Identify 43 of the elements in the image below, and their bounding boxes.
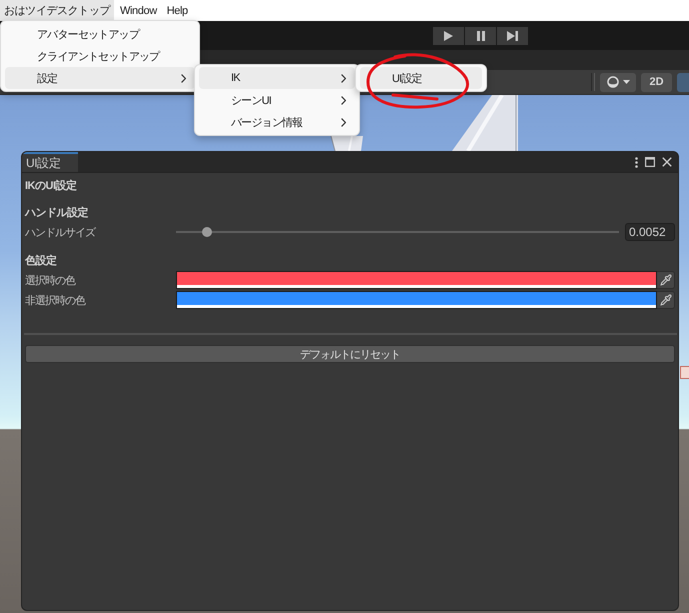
field-label: ハンドルサイズ	[25, 226, 95, 240]
eyedropper-button[interactable]	[657, 271, 675, 289]
step-forward-icon	[507, 30, 518, 40]
pause-button[interactable]	[465, 26, 496, 44]
color-field[interactable]	[176, 291, 657, 309]
pause-icon	[476, 30, 484, 40]
color-field[interactable]	[176, 271, 657, 289]
section-heading: 色設定	[25, 254, 58, 268]
more-icon[interactable]	[635, 156, 638, 168]
slider-thumb[interactable]	[202, 227, 212, 237]
shading-button[interactable]	[600, 72, 636, 92]
menu-item[interactable]: IK	[199, 67, 355, 89]
step-button[interactable]	[497, 26, 528, 44]
eyedropper-button[interactable]	[657, 291, 675, 309]
field-label: 非選択時の色	[25, 294, 85, 308]
menu-item[interactable]: UI設定	[360, 67, 482, 89]
menu-bar-item[interactable]: おはツイデスクトップ	[0, 0, 114, 21]
panel-title: IKのUI設定	[25, 178, 78, 193]
reset-button[interactable]: デフォルトにリセット	[25, 345, 675, 363]
menu-item[interactable]: アバターセットアップ	[5, 23, 195, 45]
window-tab[interactable]: UI設定	[22, 152, 78, 172]
shaded-sphere-icon	[606, 76, 618, 88]
value-field[interactable]: 0.0052	[625, 223, 675, 241]
close-icon[interactable]	[662, 157, 672, 167]
menu-item[interactable]: クライアントセットアップ	[5, 45, 195, 67]
slider-track[interactable]	[176, 227, 619, 237]
caret-down-icon	[622, 80, 630, 84]
eyedropper-icon	[660, 274, 672, 286]
model-drawing	[452, 95, 518, 151]
play-button[interactable]	[433, 26, 464, 44]
menu-item[interactable]: シーンUI	[199, 89, 355, 111]
section-heading: ハンドル設定	[25, 206, 89, 220]
toggle-button[interactable]	[677, 72, 689, 92]
mode-button[interactable]: 2D	[641, 72, 672, 92]
menu-bar-item[interactable]: Window	[116, 0, 161, 21]
play-icon	[444, 30, 453, 40]
menu-item[interactable]: バージョン情報	[199, 111, 355, 133]
maximize-icon[interactable]	[645, 157, 655, 167]
menu-item[interactable]: 設定	[5, 67, 195, 89]
field-label: 選択時の色	[25, 274, 75, 288]
menu-bar-item[interactable]: Help	[162, 0, 192, 21]
model-part-drawing	[680, 366, 689, 379]
eyedropper-icon	[660, 294, 672, 306]
